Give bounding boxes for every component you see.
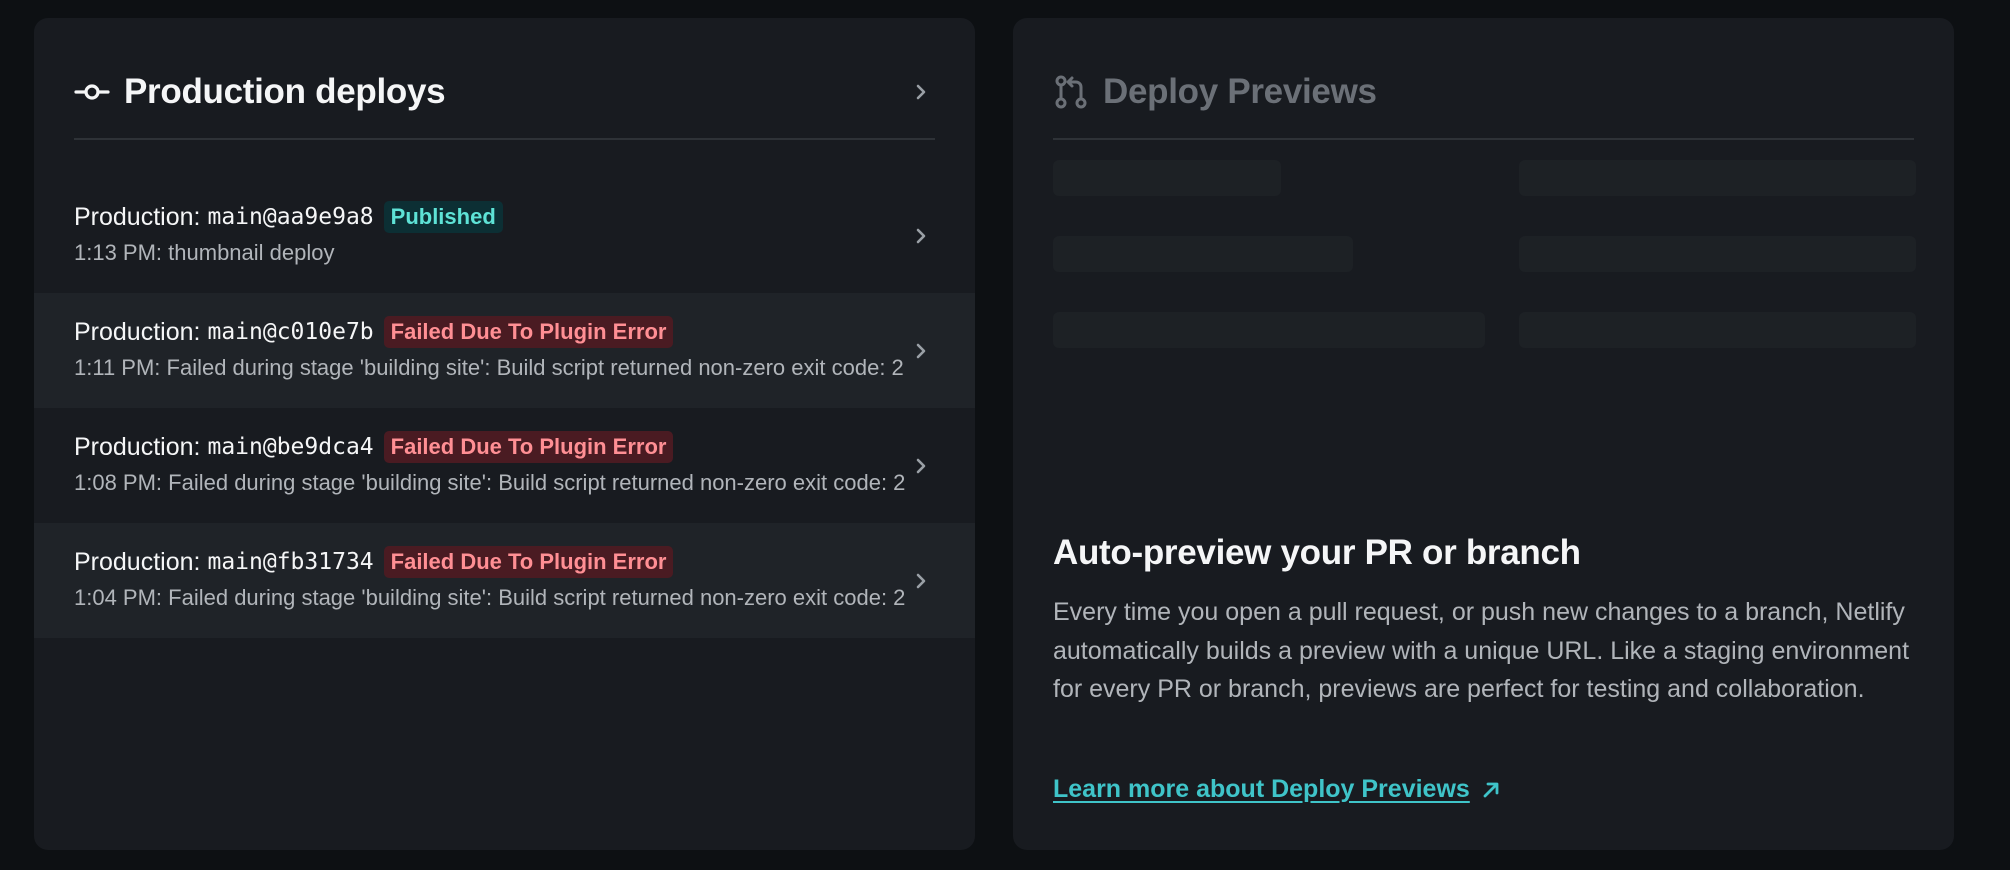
deploy-summary: 1:13 PM: thumbnail deploy <box>74 240 335 265</box>
skeleton-placeholder <box>1519 312 1916 348</box>
git-commit-icon <box>74 84 110 100</box>
production-deploys-title: Production deploys <box>124 72 446 111</box>
deploy-summary: 1:04 PM: Failed during stage 'building s… <box>74 585 906 610</box>
deploy-context-label: Production: <box>74 432 201 461</box>
deploy-row-title: Production: main@be9dca4 Failed Due To P… <box>74 430 674 464</box>
deploy-previews-card: Deploy Previews Auto-preview your PR or … <box>1013 18 1954 850</box>
deploy-commit-ref: main@aa9e9a8 <box>207 204 374 230</box>
production-deploys-card: Production deploys Production: main@aa9e… <box>34 18 975 850</box>
deploy-commit-ref: main@be9dca4 <box>207 434 374 460</box>
deploy-row-title: Production: main@c010e7b Failed Due To P… <box>74 315 674 349</box>
arrow-up-right-icon <box>1483 782 1499 797</box>
learn-more-link[interactable]: Learn more about Deploy Previews <box>1053 775 1502 804</box>
promo-title: Auto-preview your PR or branch <box>1053 533 1581 572</box>
chevron-right-icon <box>916 458 926 473</box>
skeleton-placeholder <box>1053 236 1353 272</box>
production-deploys-header[interactable]: Production deploys <box>74 46 935 140</box>
deploy-previews-title: Deploy Previews <box>1103 72 1377 111</box>
deploy-commit-ref: main@fb31734 <box>207 549 374 575</box>
deploy-previews-header: Deploy Previews <box>1053 46 1914 140</box>
chevron-right-icon <box>916 343 926 358</box>
git-pull-request-icon <box>1055 75 1087 109</box>
deploy-row[interactable]: Production: main@fb31734 Failed Due To P… <box>34 523 975 638</box>
skeleton-placeholder <box>1519 236 1916 272</box>
deploy-summary: 1:11 PM: Failed during stage 'building s… <box>74 355 904 380</box>
status-badge: Failed Due To Plugin Error <box>383 431 674 463</box>
chevron-right-icon[interactable] <box>907 78 935 106</box>
chevron-right-icon <box>916 228 926 243</box>
learn-more-link-label: Learn more about Deploy Previews <box>1053 775 1470 803</box>
deploy-row[interactable]: Production: main@aa9e9a8 Published 1:13 … <box>34 178 975 293</box>
skeleton-placeholder <box>1053 160 1281 196</box>
deploy-context-label: Production: <box>74 547 201 576</box>
skeleton-placeholder <box>1053 312 1485 348</box>
skeleton-placeholder <box>1519 160 1916 196</box>
status-badge: Failed Due To Plugin Error <box>383 546 674 578</box>
promo-description: Every time you open a pull request, or p… <box>1053 598 1910 703</box>
status-badge: Published <box>383 201 503 233</box>
deploy-summary: 1:08 PM: Failed during stage 'building s… <box>74 470 906 495</box>
deploy-context-label: Production: <box>74 202 201 231</box>
deploy-commit-ref: main@c010e7b <box>207 319 374 345</box>
chevron-right-icon <box>916 573 926 588</box>
status-badge: Failed Due To Plugin Error <box>383 316 674 348</box>
deploy-list: Production: main@aa9e9a8 Published 1:13 … <box>34 178 975 638</box>
deploy-row[interactable]: Production: main@c010e7b Failed Due To P… <box>34 293 975 408</box>
deploy-row[interactable]: Production: main@be9dca4 Failed Due To P… <box>34 408 975 523</box>
deploy-row-title: Production: main@fb31734 Failed Due To P… <box>74 545 674 579</box>
deploy-context-label: Production: <box>74 317 201 346</box>
deploy-row-title: Production: main@aa9e9a8 Published <box>74 200 503 234</box>
